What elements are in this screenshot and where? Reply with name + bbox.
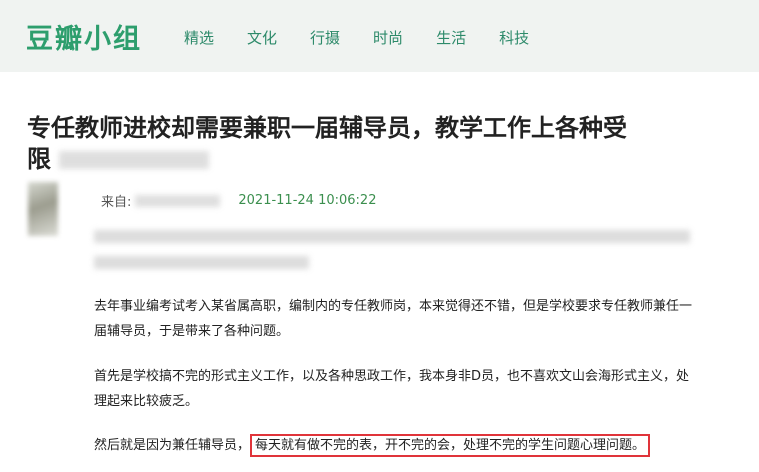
redacted-intro-line1 (94, 230, 690, 243)
redacted-author-name[interactable] (135, 194, 221, 207)
nav-item-shishang[interactable]: 时尚 (373, 27, 403, 48)
post-paragraph-3: 然后就是因为兼任辅导员， 每天就有做不完的表，开不完的会，处理不完的学生问题心理问… (94, 433, 694, 458)
main-nav: 精选 文化 行摄 时尚 生活 科技 (184, 27, 562, 48)
post-paragraph-1: 去年事业编考试考入某省属高职，编制内的专任教师岗，本来觉得还不错，但是学校要求专… (94, 299, 693, 339)
author-avatar[interactable] (28, 182, 58, 236)
nav-item-keji[interactable]: 科技 (499, 27, 529, 48)
redacted-title-text (59, 151, 210, 169)
post-title: 专任教师进校却需要兼职一届辅导员，教学工作上各种受 限 (27, 113, 727, 175)
post-timestamp: 2021-11-24 10:06:22 (238, 193, 377, 208)
post-title-line1: 专任教师进校却需要兼职一届辅导员，教学工作上各种受 (27, 114, 627, 142)
post-paragraph-2: 首先是学校搞不完的形式主义工作，以及各种思政工作，我本身非D员，也不喜欢文山会海… (94, 369, 690, 409)
nav-item-wenhua[interactable]: 文化 (247, 27, 277, 48)
nav-item-jingxuan[interactable]: 精选 (184, 27, 214, 48)
post-title-line2: 限 (27, 145, 51, 173)
from-label: 来自: (101, 195, 132, 210)
highlighted-text-box: 每天就有做不完的表，开不完的会，处理不完的学生问题心理问题。 (250, 434, 651, 457)
paragraph-3-text: 然后就是因为兼任辅导员， (94, 438, 251, 453)
site-logo[interactable]: 豆瓣小组 (26, 17, 142, 56)
post-meta: 来自: 2021-11-24 10:06:22 (101, 191, 376, 210)
nav-item-xingshe[interactable]: 行摄 (310, 27, 340, 48)
nav-item-shenghuo[interactable]: 生活 (436, 27, 466, 48)
redacted-intro-line2 (94, 256, 309, 269)
site-header: 豆瓣小组 精选 文化 行摄 时尚 生活 科技 (0, 0, 759, 72)
